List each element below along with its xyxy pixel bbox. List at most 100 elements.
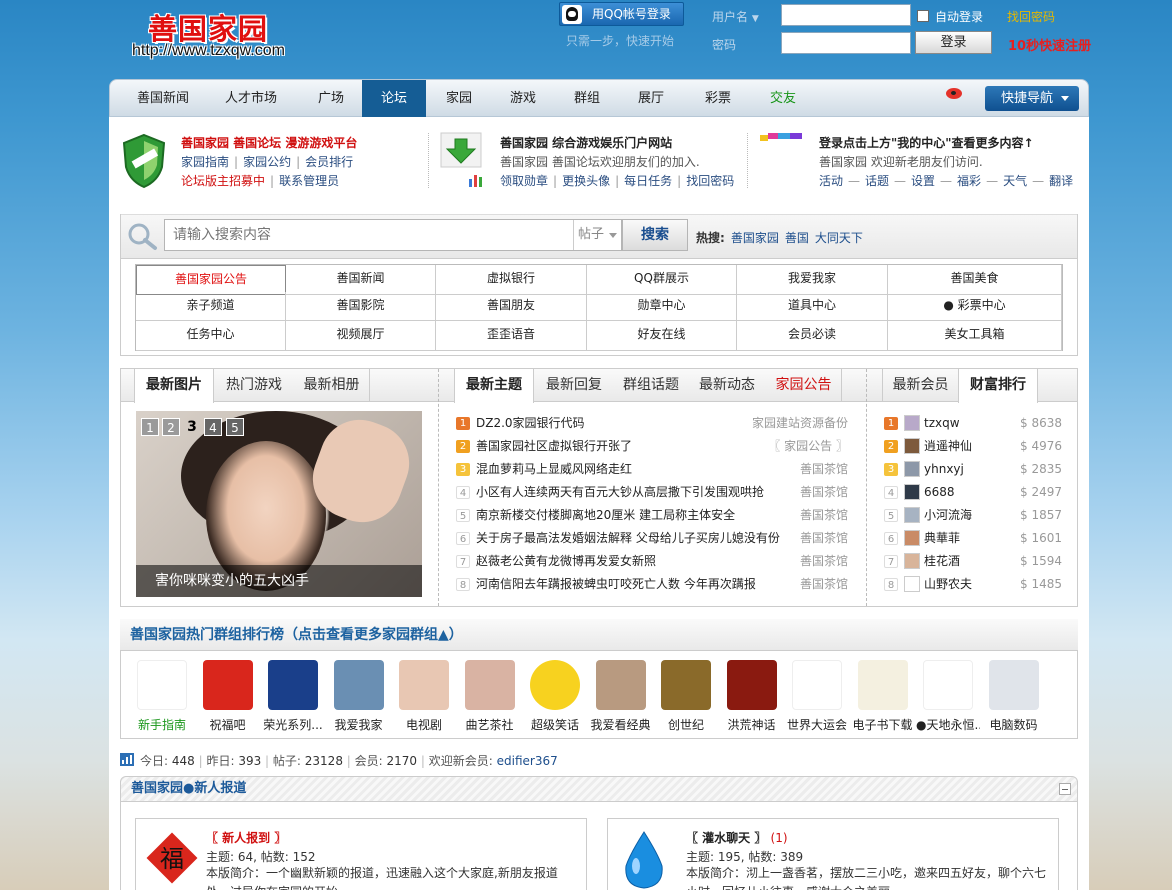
forgot-password-link[interactable]: 找回密码 [1007, 8, 1055, 25]
group-link[interactable]: 超级笑话 [523, 716, 587, 733]
quick-link[interactable]: 善国新闻 [286, 265, 436, 295]
username-input[interactable] [781, 4, 911, 26]
group-link[interactable]: 新手指南 [130, 716, 194, 733]
nav-item-groups[interactable]: 群组 [558, 80, 616, 117]
quick-link[interactable]: 勋章中心 [587, 292, 737, 321]
topic-source[interactable]: 善国茶馆 [800, 505, 848, 525]
nav-item-home[interactable]: 家园 [430, 80, 488, 117]
collapse-icon[interactable] [1059, 783, 1071, 795]
ebook-icon[interactable] [857, 660, 908, 710]
topic-link[interactable]: 善国家园社区虚拟银行开张了 [476, 436, 632, 456]
link-topic[interactable]: 话题 [865, 174, 889, 188]
myth-icon[interactable] [726, 660, 777, 710]
blessing-icon[interactable] [202, 660, 253, 710]
dragon-icon[interactable] [792, 660, 842, 710]
quick-link[interactable]: 我爱我家 [737, 265, 888, 295]
quick-link[interactable]: 道具中心 [737, 292, 888, 321]
avatar[interactable] [904, 415, 920, 431]
slide-page-2[interactable]: 2 [162, 418, 180, 436]
link-moderator-recruit[interactable]: 论坛版主招募中 [181, 174, 265, 188]
group-link[interactable]: 电子书下载 [851, 716, 915, 733]
quick-link[interactable]: 歪歪语音 [436, 321, 587, 351]
topic-source[interactable]: 善国茶馆 [800, 528, 848, 548]
hot-item[interactable]: 大同天下 [815, 231, 863, 245]
qq-login-button[interactable]: 用QQ帐号登录 [559, 2, 684, 26]
quick-link[interactable]: 善国影院 [286, 292, 436, 321]
group-link[interactable]: 世界大运会 [785, 716, 849, 733]
nav-item-gallery[interactable]: 展厅 [622, 80, 680, 117]
topic-source[interactable]: 家园建站资源备份 [752, 413, 848, 433]
quick-link[interactable]: 善国朋友 [436, 292, 587, 321]
member-link[interactable]: 典華菲 [924, 528, 960, 548]
link-weather[interactable]: 天气 [1003, 174, 1027, 188]
weibo-icon[interactable] [946, 86, 966, 100]
quick-link[interactable]: ● 彩票中心 [888, 292, 1062, 321]
register-link[interactable]: 10秒快速注册 [1008, 35, 1091, 54]
smiley-icon[interactable] [530, 660, 580, 710]
member-link[interactable]: yhnxyj [924, 459, 964, 479]
link-change-avatar[interactable]: 更换头像 [562, 174, 610, 188]
password-input[interactable] [781, 32, 911, 54]
nav-item-dating[interactable]: 交友 [754, 80, 812, 117]
group-link[interactable]: 祝福吧 [196, 716, 260, 733]
link-guide[interactable]: 家园指南 [181, 155, 229, 169]
newest-member-link[interactable]: edifier367 [497, 754, 558, 768]
quick-link[interactable]: 亲子频道 [136, 292, 286, 321]
avatar[interactable] [904, 461, 920, 477]
camera-icon[interactable] [923, 660, 973, 710]
hot-item[interactable]: 善国家园 [731, 231, 779, 245]
quick-link[interactable]: 会员必读 [737, 321, 888, 351]
topic-source[interactable]: 善国茶馆 [800, 574, 848, 594]
tab-latest-images[interactable]: 最新图片 [134, 369, 214, 403]
family-icon[interactable] [333, 660, 384, 710]
avatar[interactable] [904, 553, 920, 569]
search-input[interactable] [165, 220, 570, 250]
link-daily-task[interactable]: 每日任务 [624, 174, 672, 188]
quick-link[interactable]: QQ群展示 [587, 265, 737, 295]
quick-link[interactable]: 视频展厅 [286, 321, 436, 351]
search-button[interactable]: 搜索 [622, 219, 688, 251]
topic-link[interactable]: 南京新楼交付楼脚离地20厘米 建工局称主体安全 [476, 505, 735, 525]
link-activity[interactable]: 活动 [819, 174, 843, 188]
link-ranking[interactable]: 会员排行 [305, 155, 353, 169]
topic-source[interactable]: 善国茶馆 [800, 459, 848, 479]
tv-drama-icon[interactable] [399, 660, 449, 710]
quick-link[interactable]: 美女工具箱 [888, 321, 1062, 351]
topic-source[interactable]: 善国茶馆 [800, 482, 848, 502]
nav-item-news[interactable]: 善国新闻 [126, 80, 200, 117]
link-get-medal[interactable]: 领取勋章 [500, 174, 548, 188]
topic-link[interactable]: 赵薇老公黄有龙微博再发爱女新照 [476, 551, 656, 571]
hot-groups-title[interactable]: 善国家园热门群组排行榜（点击查看更多家园群组▲） [120, 619, 1078, 651]
tab-group-topics[interactable]: 群组话题 [614, 369, 688, 402]
tab-latest-albums[interactable]: 最新相册 [294, 369, 370, 402]
member-link[interactable]: 小河流海 [924, 505, 972, 525]
tab-wealth-ranking[interactable]: 财富排行 [958, 369, 1038, 403]
topic-link[interactable]: DZ2.0家园银行代码 [476, 413, 585, 433]
group-link[interactable]: 电脑数码 [982, 716, 1046, 733]
nav-item-lottery[interactable]: 彩票 [689, 80, 747, 117]
login-button[interactable]: 登录 [915, 31, 992, 54]
opera-icon[interactable] [464, 660, 515, 710]
nav-item-jobs[interactable]: 人才市场 [214, 80, 288, 117]
topic-source[interactable]: 善国茶馆 [800, 551, 848, 571]
topic-link[interactable]: 河南信阳去年蹒报被蜱虫叮咬死亡人数 今年再次蹒报 [476, 574, 756, 594]
tab-hot-games[interactable]: 热门游戏 [216, 369, 292, 402]
banner-title-1[interactable]: 善国家园 善国论坛 漫游游戏平台 [181, 134, 357, 151]
group-link[interactable]: 曲艺茶社 [458, 716, 522, 733]
link-welfare-lottery[interactable]: 福彩 [957, 174, 981, 188]
forum-name-newcomers[interactable]: 〖 新人报到 〗 [206, 829, 286, 846]
member-link[interactable]: 逍遥神仙 [924, 436, 972, 456]
quick-link[interactable]: 任务中心 [136, 321, 286, 351]
tab-latest-topics[interactable]: 最新主题 [454, 369, 534, 403]
laptop-icon[interactable] [988, 660, 1039, 710]
avatar[interactable] [904, 438, 920, 454]
group-link[interactable]: 我爱我家 [327, 716, 391, 733]
group-link[interactable]: 洪荒神话 [720, 716, 784, 733]
section-title[interactable]: 善国家园●新人报道 [131, 781, 246, 796]
nav-item-games[interactable]: 游戏 [494, 80, 552, 117]
member-link[interactable]: 山野农夫 [924, 574, 972, 594]
nav-item-square[interactable]: 广场 [302, 80, 360, 117]
group-link[interactable]: 我爱看经典 [589, 716, 653, 733]
group-link[interactable]: 电视剧 [392, 716, 456, 733]
topic-link[interactable]: 小区有人连续两天有百元大钞从高层撒下引发围观哄抢 [476, 482, 764, 502]
